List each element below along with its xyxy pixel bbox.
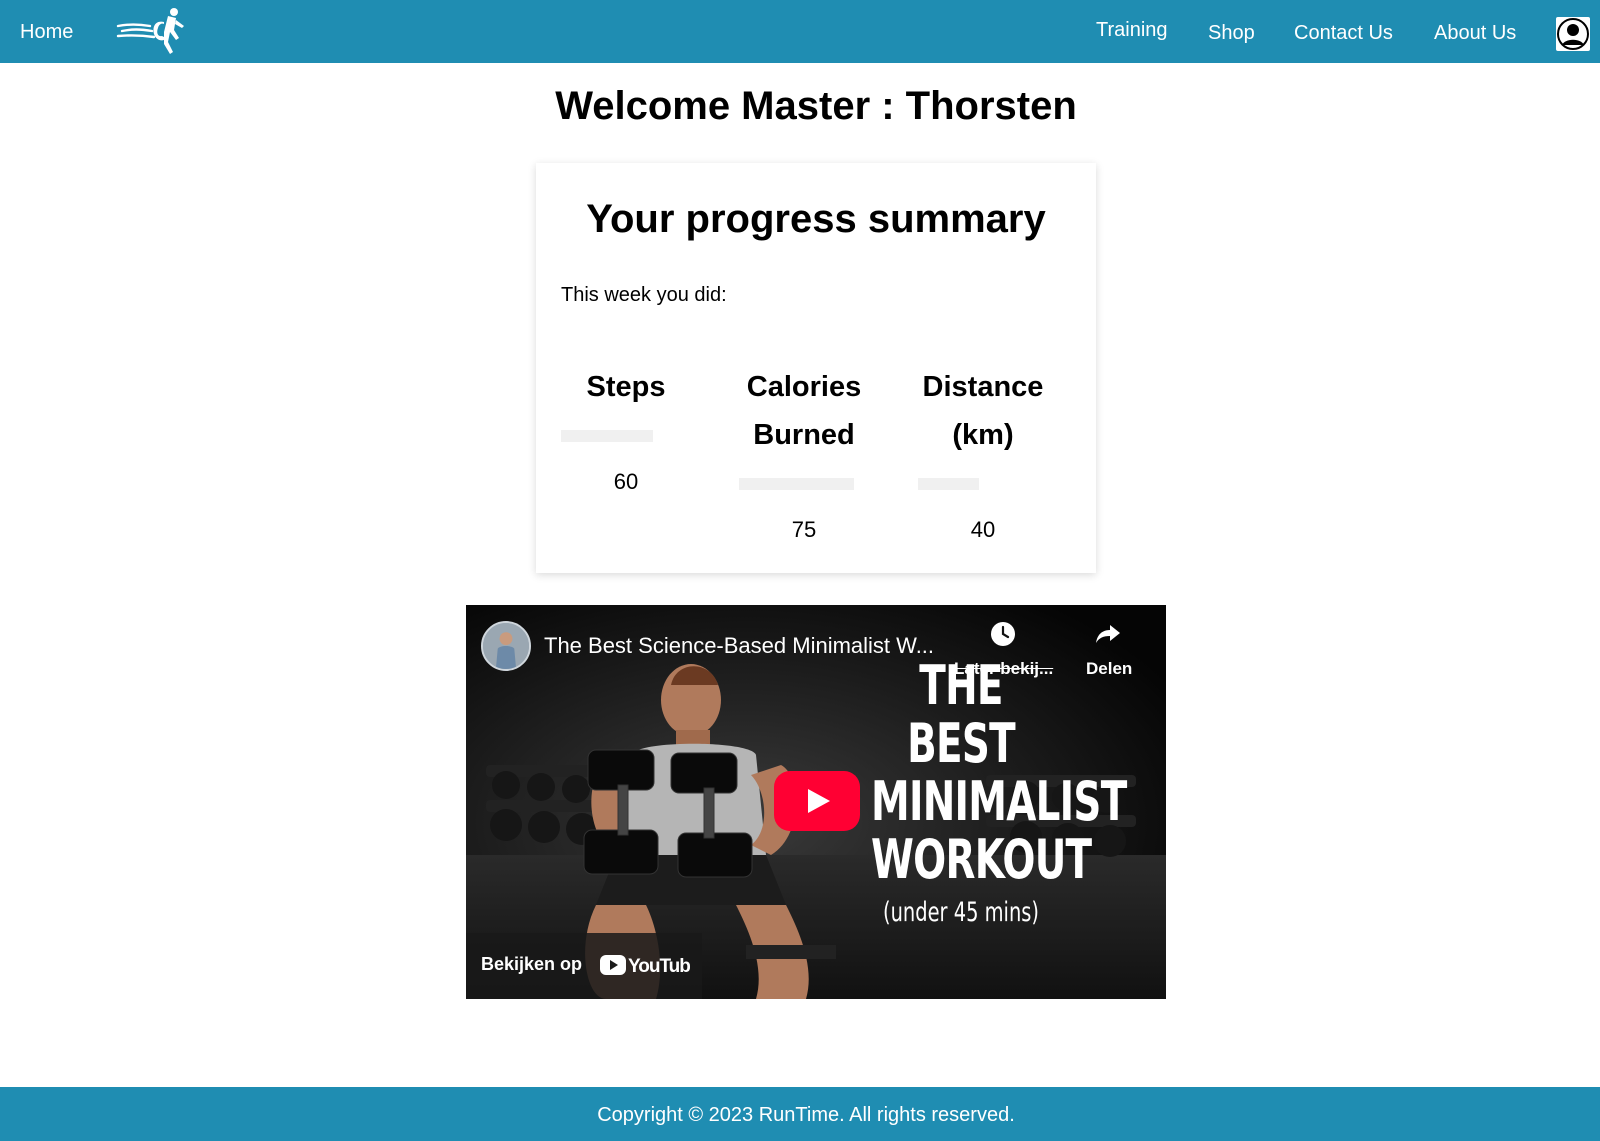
video-title-link[interactable]: The Best Science-Based Minimalist W...: [544, 633, 934, 659]
nav-about-link[interactable]: About Us: [1434, 22, 1516, 45]
progress-summary-card: Your progress summary This week you did:…: [536, 163, 1096, 573]
welcome-heading: Welcome Master : Thorsten: [555, 84, 1077, 128]
thumbnail-headline: THE BEST MINIMALIST WORKOUT (under 45 mi…: [871, 654, 1127, 929]
youtube-logo-icon: YouTube: [600, 955, 690, 977]
steps-value: 60: [613, 469, 639, 494]
nav-contact-link[interactable]: Contact Us: [1294, 22, 1393, 45]
calories-value: 75: [791, 517, 817, 542]
nav-home-link[interactable]: Home: [20, 21, 73, 44]
calories-stat: Calories Burned 75: [714, 363, 894, 542]
top-navbar: Home Training Shop Contact Us About Us: [0, 0, 1600, 63]
runner-logo-icon[interactable]: [116, 4, 188, 56]
channel-avatar[interactable]: [481, 621, 531, 671]
distance-progress-bar: [918, 478, 979, 490]
watch-on-youtube-bar[interactable]: Bekijken op YouTube: [466, 933, 702, 999]
share-label[interactable]: Delen: [1086, 659, 1132, 679]
user-avatar-icon[interactable]: [1556, 17, 1590, 51]
calories-progress-bar: [739, 478, 854, 490]
youtube-wordmark: YouTube: [628, 956, 690, 977]
steps-progress-bar: [561, 430, 653, 442]
share-arrow-icon[interactable]: [1094, 621, 1122, 647]
clock-icon[interactable]: [990, 621, 1016, 647]
youtube-video-embed[interactable]: The Best Science-Based Minimalist W... L…: [466, 605, 1166, 999]
steps-label: Steps: [586, 371, 666, 403]
distance-label: Distance (km): [922, 371, 1044, 451]
calories-label: Calories Burned: [746, 371, 862, 451]
week-summary-text: This week you did:: [561, 284, 727, 306]
card-title: Your progress summary: [586, 197, 1046, 241]
play-icon[interactable]: [774, 771, 860, 831]
distance-value: 40: [970, 517, 996, 542]
distance-stat: Distance (km) 40: [893, 363, 1073, 542]
nav-shop-link[interactable]: Shop: [1208, 22, 1255, 45]
nav-training-link[interactable]: Training: [1096, 19, 1168, 42]
footer: Copyright © 2023 RunTime. All rights res…: [0, 1087, 1600, 1141]
copyright-text: Copyright © 2023 RunTime. All rights res…: [597, 1104, 1015, 1126]
watch-on-label: Bekijken op: [481, 954, 583, 974]
steps-stat: Steps 60: [536, 363, 716, 494]
